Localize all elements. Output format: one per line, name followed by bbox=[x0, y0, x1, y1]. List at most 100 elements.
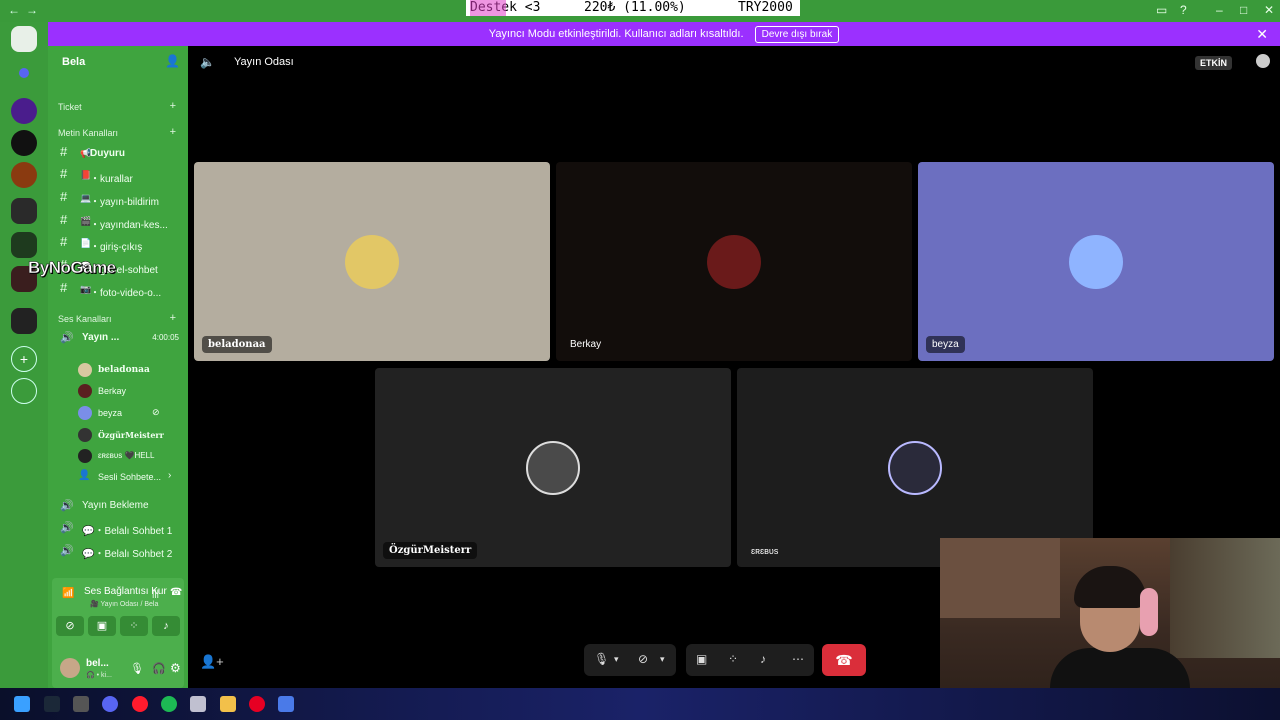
server-folder-2[interactable] bbox=[11, 232, 37, 258]
server-folder-1[interactable] bbox=[11, 198, 37, 224]
voice-channel-sohbet-1[interactable]: 🔊 💬・Belalı Sohbet 1 bbox=[60, 518, 185, 538]
voice-channel-bekleme[interactable]: 🔊 Yayın Bekleme bbox=[60, 496, 185, 516]
hangup-button[interactable]: ☎ bbox=[822, 644, 866, 676]
start-icon[interactable] bbox=[14, 696, 30, 712]
hash-icon: # bbox=[60, 166, 68, 181]
channel-yayin-bildirim[interactable]: # 💻 ・yayın-bildirim bbox=[60, 189, 182, 209]
invite-icon[interactable]: 👤+ bbox=[200, 654, 224, 670]
channel-foto-video[interactable]: # 📷 ・foto-video-o... bbox=[60, 280, 182, 300]
ticker-right: TRY2000 bbox=[738, 0, 793, 15]
mic-icon[interactable]: 🎙 bbox=[130, 662, 144, 675]
file-explorer-icon[interactable] bbox=[220, 696, 236, 712]
disable-streamer-button[interactable]: Devre dışı bırak bbox=[754, 26, 840, 43]
participant-name: Berkay bbox=[570, 339, 602, 350]
phone-hangup-icon: ☎ bbox=[835, 652, 853, 668]
activities-button[interactable]: ⁘ bbox=[120, 616, 148, 636]
close-window-icon[interactable]: ✕ bbox=[1264, 3, 1274, 17]
watermark-logo: ByNoGame bbox=[28, 258, 117, 278]
chevron-down-icon[interactable]: ▾ bbox=[614, 654, 619, 665]
voice-channel-sohbet-2[interactable]: 🔊 💬・Belalı Sohbet 2 bbox=[60, 541, 185, 561]
user-name: bel... bbox=[86, 658, 109, 669]
obs-icon[interactable] bbox=[73, 696, 89, 712]
disconnect-icon[interactable]: ☎ bbox=[170, 587, 182, 598]
screen-share-icon[interactable]: ▣ bbox=[696, 652, 707, 666]
server-folder-4[interactable] bbox=[11, 308, 37, 334]
avatar bbox=[78, 384, 92, 398]
activities-icon[interactable]: ⁘ bbox=[728, 652, 738, 666]
participant-tile[interactable]: beladonaa bbox=[194, 162, 550, 361]
discover-icon[interactable] bbox=[11, 378, 37, 404]
nav-arrows-icon[interactable]: ←→ bbox=[8, 3, 44, 17]
home-icon[interactable] bbox=[11, 26, 37, 52]
channel-kurallar[interactable]: # 📕 ・kurallar bbox=[60, 166, 182, 186]
participant-name: ɛʀɛʙᴜs bbox=[751, 546, 779, 556]
minimize-icon[interactable]: – bbox=[1216, 3, 1223, 17]
voice-channel-active[interactable]: 🔊 Yayın ... 4:00:05 bbox=[60, 328, 185, 348]
server-header[interactable]: Bela 👤 bbox=[48, 46, 188, 78]
speaker-icon: 🔈 bbox=[200, 55, 215, 69]
soundboard-button[interactable]: ♪ bbox=[152, 616, 180, 636]
discord-icon[interactable] bbox=[102, 696, 118, 712]
chevron-down-icon[interactable]: ▾ bbox=[660, 654, 665, 665]
maximize-icon[interactable]: □ bbox=[1240, 3, 1247, 17]
screen-share-button[interactable]: ▣ bbox=[88, 616, 116, 636]
channel-sidebar: Bela 👤 Ticket + Metin Kanalları + # 📢 Du… bbox=[48, 46, 188, 688]
server-icon-1[interactable] bbox=[11, 98, 37, 124]
steam-icon[interactable] bbox=[44, 696, 60, 712]
channel-yayindan-kes[interactable]: # 🎬 ・yayından-kes... bbox=[60, 212, 182, 232]
avatar bbox=[78, 428, 92, 442]
participant-name: beladonaa bbox=[202, 336, 272, 353]
category-voice[interactable]: Ses Kanalları bbox=[58, 314, 112, 324]
category-ticket[interactable]: Ticket bbox=[58, 102, 82, 112]
banner-close-icon[interactable]: ✕ bbox=[1256, 22, 1268, 46]
add-voice-channel-icon[interactable]: + bbox=[170, 312, 176, 324]
mic-icon[interactable]: 🎙 bbox=[594, 652, 609, 666]
participant-tile[interactable]: Berkay bbox=[556, 162, 912, 361]
opera-icon[interactable] bbox=[132, 696, 148, 712]
add-member-icon[interactable]: 👤 bbox=[165, 54, 180, 68]
help-icon[interactable]: ? bbox=[1180, 3, 1187, 17]
avatar bbox=[78, 406, 92, 420]
server-icon-3[interactable] bbox=[11, 162, 37, 188]
server-icon-2[interactable] bbox=[11, 130, 37, 156]
webcam-window bbox=[1170, 538, 1280, 658]
channel-label: ・giriş-çıkış bbox=[90, 242, 143, 253]
more-icon[interactable]: ⋯ bbox=[792, 652, 804, 666]
app-icon-2[interactable] bbox=[278, 696, 294, 712]
camera-toggle-button[interactable]: ⊘ bbox=[56, 616, 84, 636]
add-server-icon[interactable]: + bbox=[11, 346, 37, 372]
noise-suppression-icon[interactable]: ||| bbox=[152, 588, 159, 598]
avatar bbox=[707, 234, 761, 289]
speaker-icon: 🔊 bbox=[60, 500, 74, 512]
headphones-icon[interactable]: 🎧 bbox=[152, 662, 166, 675]
member-name: ɛʀɛʙᴜs 🖤HELL bbox=[98, 451, 155, 460]
voice-panel-subtitle[interactable]: 🎥 Yayın Odası / Bela bbox=[90, 600, 158, 608]
taskbar bbox=[0, 688, 1280, 720]
settings-gear-icon[interactable]: ⚙ bbox=[170, 661, 181, 675]
inbox-icon[interactable]: ▭ bbox=[1156, 3, 1167, 17]
member-name: ÖzgürMeisterr bbox=[98, 430, 164, 440]
voice-channel-label: 💬・Belalı Sohbet 1 bbox=[82, 526, 173, 537]
avatar bbox=[526, 440, 580, 495]
pinterest-icon[interactable] bbox=[249, 696, 265, 712]
hash-icon: # bbox=[60, 144, 68, 159]
server-rail: + bbox=[0, 22, 48, 688]
channel-giris-cikis[interactable]: # 📄 ・giriş-çıkış bbox=[60, 234, 182, 254]
soundboard-icon[interactable]: ♪ bbox=[760, 652, 766, 666]
voice-channel-label: 💬・Belalı Sohbet 2 bbox=[82, 549, 173, 560]
speaker-icon: 🔊 bbox=[60, 332, 74, 344]
add-text-channel-icon[interactable]: + bbox=[170, 126, 176, 138]
user-panel[interactable]: bel... 🎧 • ki... 🎙 🎧 ⚙ bbox=[60, 654, 184, 684]
add-channel-icon[interactable]: + bbox=[170, 100, 176, 112]
participant-tile[interactable]: ÖzgürMeisterr bbox=[375, 368, 731, 567]
app-icon[interactable] bbox=[190, 696, 206, 712]
chevron-right-icon: › bbox=[168, 470, 172, 481]
chat-icon[interactable] bbox=[1256, 54, 1270, 68]
spotify-icon[interactable] bbox=[161, 696, 177, 712]
channel-duyuru[interactable]: # 📢 Duyuru bbox=[60, 144, 182, 164]
participant-tile[interactable]: beyza bbox=[918, 162, 1274, 361]
participant-name: ÖzgürMeisterr bbox=[383, 542, 478, 559]
category-text[interactable]: Metin Kanalları bbox=[58, 128, 118, 138]
camera-off-icon[interactable]: ⊘ bbox=[638, 652, 648, 666]
hash-icon: # bbox=[60, 280, 68, 295]
